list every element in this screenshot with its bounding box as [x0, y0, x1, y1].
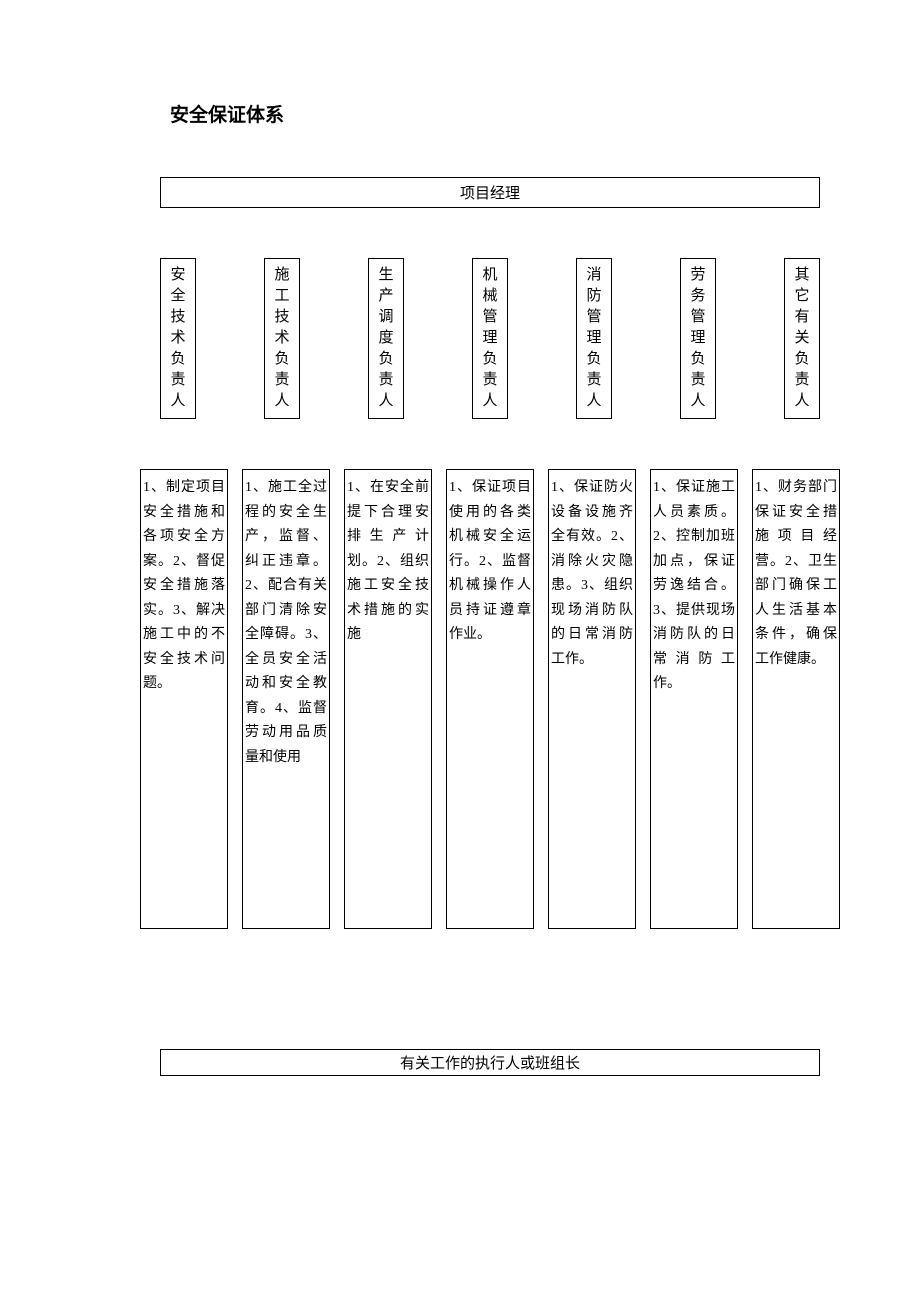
description-box: 1、制定项目安全措施和各项安全方案。2、督促安全措施落实。3、解决施工中的不安全…: [140, 469, 228, 929]
description-box: 1、保证防火设备设施齐全有效。2、消除火灾隐患。3、组织现场消防队的日常消防工作…: [548, 469, 636, 929]
role-box: 消防管理负责人: [576, 258, 612, 419]
description-box: 1、保证施工人员素质。2、控制加班加点，保证劳逸结合。3、提供现场消防队的日常消…: [650, 469, 738, 929]
role-box: 其它有关负责人: [784, 258, 820, 419]
roles-row: 安全技术负责人 施工技术负责人 生产调度负责人 机械管理负责人 消防管理负责人 …: [160, 258, 820, 419]
role-box: 机械管理负责人: [472, 258, 508, 419]
descriptions-row: 1、制定项目安全措施和各项安全方案。2、督促安全措施落实。3、解决施工中的不安全…: [140, 469, 840, 929]
project-manager-box: 项目经理: [160, 177, 820, 208]
role-box: 生产调度负责人: [368, 258, 404, 419]
description-box: 1、施工全过程的安全生产，监督、纠正违章。2、配合有关部门清除安全障碍。3、全员…: [242, 469, 330, 929]
description-box: 1、在安全前提下合理安排生产计划。2、组织施工安全技术措施的实施: [344, 469, 432, 929]
role-box: 施工技术负责人: [264, 258, 300, 419]
role-box: 劳务管理负责人: [680, 258, 716, 419]
diagram-title: 安全保证体系: [170, 100, 860, 127]
role-box: 安全技术负责人: [160, 258, 196, 419]
description-box: 1、财务部门保证安全措施项目经营。2、卫生部门确保工人生活基本条件，确保工作健康…: [752, 469, 840, 929]
executor-box: 有关工作的执行人或班组长: [160, 1049, 820, 1076]
description-box: 1、保证项目使用的各类机械安全运行。2、监督机械操作人员持证遵章作业。: [446, 469, 534, 929]
